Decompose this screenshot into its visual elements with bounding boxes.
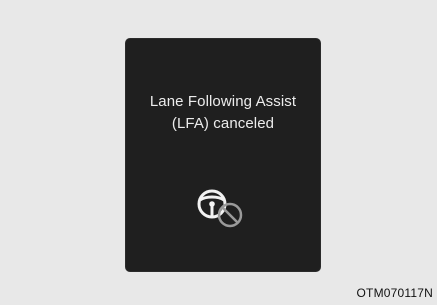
steering-wheel-canceled-icon [197,189,243,228]
cancel-icon [217,202,243,228]
cluster-display-panel: Lane Following Assist (LFA) canceled [125,38,321,272]
message-line-1: Lane Following Assist [149,93,297,110]
page: { "display": { "message_line1": "Lane Fo… [0,0,437,305]
message-line-2: (LFA) canceled [171,115,275,132]
figure-code: OTM070117N [356,286,433,300]
steering-wheel-icon [197,189,227,219]
lfa-canceled-message: Lane Following Assist (LFA) canceled [126,91,320,135]
